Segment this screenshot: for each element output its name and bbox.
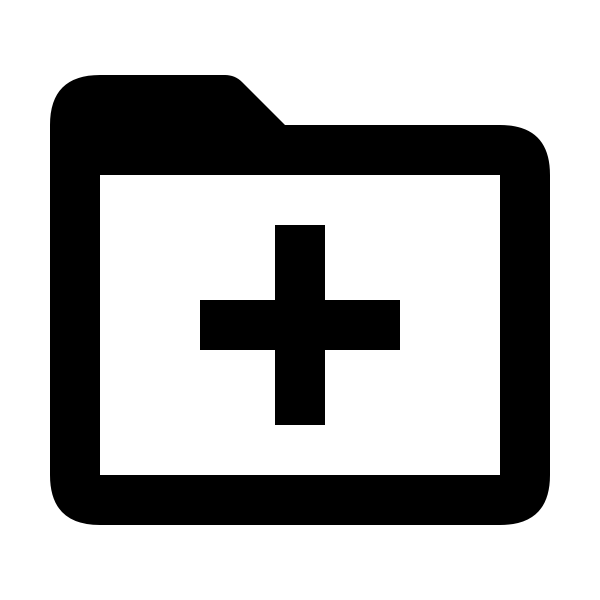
plus-horizontal-bar [200,300,400,350]
icon-canvas [0,0,600,600]
create-new-folder-icon [50,75,550,525]
